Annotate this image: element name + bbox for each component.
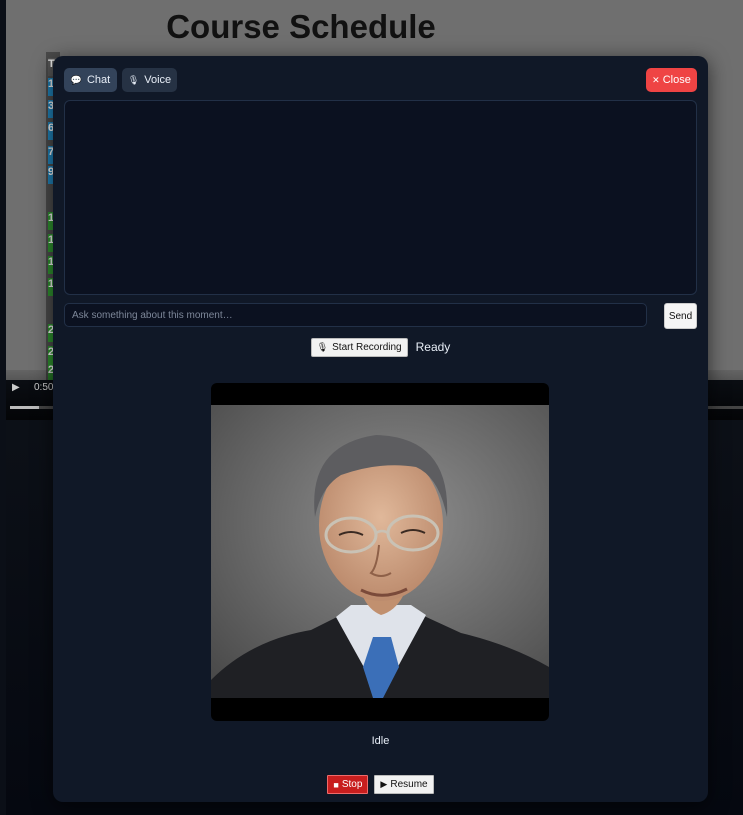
stop-button-label: Stop	[341, 779, 363, 790]
play-icon[interactable]: ▶	[12, 382, 20, 393]
start-recording-button[interactable]: 🎙 Start Recording	[310, 337, 408, 357]
video-time: 0:50	[34, 382, 54, 393]
chat-messages-area[interactable]	[64, 100, 697, 295]
avatar-portrait-image	[211, 405, 549, 698]
avatar-video	[211, 383, 549, 721]
resume-button[interactable]: ▶ Resume	[374, 775, 434, 794]
microphone-icon: 🎙	[316, 341, 329, 352]
send-button[interactable]: Send	[664, 303, 697, 329]
recording-row: 🎙 Start Recording Ready	[53, 337, 708, 357]
play-icon: ▶	[380, 779, 388, 789]
tab-voice-label: Voice	[144, 74, 172, 86]
video-progress-fill	[10, 406, 40, 409]
ask-input[interactable]	[64, 303, 647, 327]
playback-controls: ■ Stop ▶ Resume	[53, 775, 708, 794]
tab-chat[interactable]: 💬 Chat	[64, 68, 117, 92]
chat-input-row: Send	[64, 303, 697, 329]
close-button[interactable]: ✕ Close	[646, 68, 697, 92]
microphone-icon: 🎙	[127, 74, 140, 85]
resume-button-label: Resume	[390, 779, 428, 790]
close-icon: ✕	[652, 74, 660, 85]
stop-button[interactable]: ■ Stop	[327, 775, 369, 794]
slide-title: Course Schedule	[166, 8, 436, 45]
start-recording-label: Start Recording	[332, 341, 402, 353]
avatar-status: Idle	[371, 735, 390, 747]
chat-bubble-icon: 💬	[70, 74, 82, 85]
tab-chat-label: Chat	[86, 74, 111, 86]
close-button-label: Close	[662, 74, 691, 86]
stop-icon: ■	[333, 779, 339, 790]
tab-voice[interactable]: 🎙 Voice	[122, 68, 177, 92]
recording-status: Ready	[415, 340, 451, 354]
assistant-panel: 💬 Chat 🎙 Voice ✕ Close Send 🎙 Start Reco…	[53, 56, 708, 802]
